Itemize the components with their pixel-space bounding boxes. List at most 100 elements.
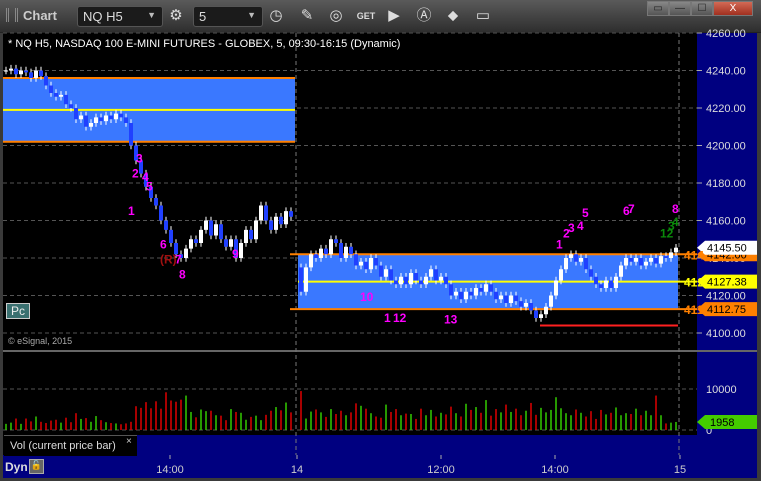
candle-body <box>244 229 248 243</box>
volume-label: Vol (current price bar) <box>4 435 137 456</box>
candle-body <box>109 115 113 120</box>
candle-body <box>459 291 463 300</box>
candle-body <box>169 229 173 243</box>
candle-body <box>544 306 548 315</box>
count-annotation: 5 <box>582 206 589 220</box>
candle-body <box>354 254 358 266</box>
candle-body <box>484 284 488 292</box>
candle-body <box>559 269 563 281</box>
lock-icon[interactable]: 🔓 <box>29 459 44 474</box>
candle-body <box>184 248 188 258</box>
candle-body <box>434 269 438 281</box>
candle-body <box>269 220 273 230</box>
close-volume-icon[interactable]: × <box>126 436 132 447</box>
candle-body <box>454 291 458 296</box>
candle-body <box>529 303 533 311</box>
candle-body <box>564 258 568 270</box>
candle-body <box>614 276 618 288</box>
candle-body <box>74 108 78 120</box>
time-label: 14:00 <box>541 464 569 476</box>
candle-body <box>24 70 28 73</box>
candle-body <box>644 261 648 266</box>
candle-body <box>9 68 13 71</box>
candle-body <box>274 216 278 230</box>
candle-body <box>239 243 243 258</box>
candle-body <box>49 85 53 93</box>
candle-body <box>609 280 613 288</box>
count-annotation: 1 <box>128 204 135 218</box>
candle-body <box>594 276 598 285</box>
price-tick-label: 4240.00 <box>706 66 746 78</box>
candle-body <box>654 258 658 264</box>
count-annotation: 3 <box>568 221 575 235</box>
candle-body <box>259 205 263 221</box>
candle-body <box>474 288 478 296</box>
price-tick-label: 4100.00 <box>706 328 746 340</box>
time-axis <box>3 455 757 478</box>
count-annotation: 8 <box>179 268 186 282</box>
candle-body <box>629 258 633 262</box>
price-tick-label: 4220.00 <box>706 103 746 115</box>
candle-body <box>324 248 328 255</box>
candle-body <box>464 291 468 300</box>
time-label: 14:00 <box>156 464 184 476</box>
price-chart[interactable]: 123456789(R)101 12 13123 45 67 812344260.0042… <box>0 0 761 481</box>
candle-body <box>569 254 573 258</box>
candle-body <box>604 280 608 288</box>
level-side-label: 414 <box>684 248 704 262</box>
candle-body <box>439 276 443 281</box>
chart-header: * NQ H5, NASDAQ 100 E-MINI FUTURES - GLO… <box>8 38 401 50</box>
candle-body <box>519 301 523 307</box>
mid-level-tag: 4127.38 <box>707 277 747 289</box>
candle-body <box>479 288 483 292</box>
count-annotation: 12 <box>393 311 407 325</box>
count-annotation: 1 <box>556 238 563 252</box>
candle-body <box>339 243 343 258</box>
candle-body <box>264 205 268 221</box>
candle-body <box>89 123 93 127</box>
candle-body <box>279 216 283 225</box>
candle-body <box>369 258 373 270</box>
level-side-label: 411 <box>684 303 704 317</box>
candle-body <box>659 256 663 264</box>
time-label: 12:00 <box>427 464 455 476</box>
candle-body <box>359 261 363 266</box>
candle-body <box>94 117 98 123</box>
candle-body <box>224 239 228 247</box>
candle-body <box>334 239 338 243</box>
time-label: 15 <box>674 464 686 476</box>
candle-body <box>114 113 118 120</box>
time-label: 14 <box>291 464 303 476</box>
price-tick-label: 4180.00 <box>706 178 746 190</box>
candle-body <box>14 68 18 75</box>
candle-body <box>79 115 83 120</box>
copyright: © eSignal, 2015 <box>8 336 73 346</box>
candle-body <box>674 247 678 253</box>
candle-body <box>634 258 638 262</box>
candle-body <box>254 220 258 240</box>
candle-body <box>469 291 473 296</box>
candle-body <box>29 72 33 78</box>
count-annotation: 8 <box>672 202 679 216</box>
candle-body <box>59 94 63 97</box>
candle-body <box>159 205 163 221</box>
candle-body <box>429 269 433 277</box>
price-tick-label: 4260.00 <box>706 28 746 40</box>
last-price-tag: 4145.50 <box>707 243 747 255</box>
candle-body <box>309 254 313 268</box>
candle-body <box>249 229 253 240</box>
candle-body <box>214 224 218 236</box>
candle-body <box>374 258 378 266</box>
candle-body <box>414 273 418 281</box>
candle-body <box>229 239 233 247</box>
candle-body <box>44 76 48 86</box>
candle-body <box>669 252 673 258</box>
pc-button[interactable]: Pc <box>6 303 31 319</box>
candle-body <box>299 267 303 292</box>
candle-body <box>514 295 518 302</box>
price-tick-label: 4200.00 <box>706 141 746 153</box>
candle-body <box>424 276 428 285</box>
candle-body <box>449 284 453 296</box>
count-annotation: 13 <box>444 313 458 327</box>
count-annotation: 6 <box>160 238 167 252</box>
